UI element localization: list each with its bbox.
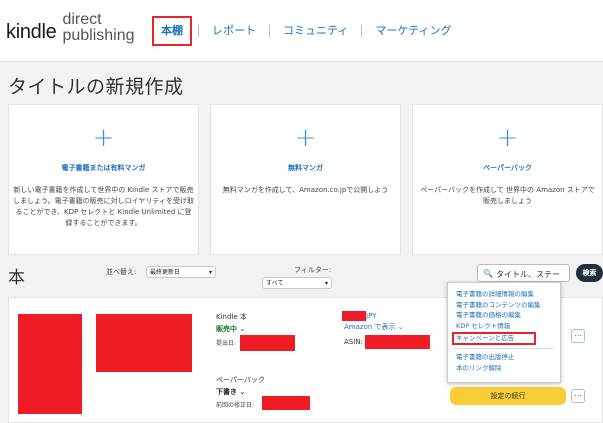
chevron-down-icon: ▾ xyxy=(324,280,328,287)
page-title: タイトルの新規作成 xyxy=(8,76,184,98)
library-title: 本 xyxy=(8,268,25,288)
asin-label: ASIN: xyxy=(344,338,363,346)
nav-marketing[interactable]: マーケティング xyxy=(368,16,458,46)
kdp-logo[interactable]: kindle direct publishing xyxy=(6,12,135,44)
create-ebook-card[interactable]: + 電子書籍または有料マンガ 新しい電子書籍を作成して世界中の Kindle ス… xyxy=(8,104,199,255)
plus-icon: + xyxy=(92,123,115,153)
submitted-date-label: 提出日: xyxy=(216,340,237,347)
search-placeholder: タイトル、ステー xyxy=(496,270,560,279)
logo-kindle-text: kindle xyxy=(6,21,57,43)
card-description: ペーパーバックを作成して 世界中の Amazon ストアで販売しましょう xyxy=(420,186,595,205)
card-title[interactable]: 電子書籍または有料マンガ xyxy=(9,163,198,173)
kindle-more-button[interactable]: ... xyxy=(571,329,585,343)
redacted-date xyxy=(262,396,310,410)
paperback-more-button[interactable]: ... xyxy=(571,389,585,403)
menu-kdp-select-info[interactable]: KDP セレクト情報 xyxy=(448,321,560,332)
menu-campaigns-and-ads[interactable]: キャンペーンと広告 xyxy=(452,332,536,345)
create-free-manga-card[interactable]: + 無料マンガ 無料マンガを作成して、Amazon.co.jpで公開しよう xyxy=(210,104,401,255)
chevron-down-icon: ▾ xyxy=(208,269,212,276)
nav-divider xyxy=(198,25,199,37)
status-draft[interactable]: 下書き ⌄ xyxy=(216,387,245,397)
create-paperback-card[interactable]: + ペーパーバック ペーパーバックを作成して 世界中の Amazon ストアで販… xyxy=(412,104,603,255)
search-button[interactable]: 検索 xyxy=(576,264,603,282)
menu-edit-ebook-content[interactable]: 電子書籍のコンテンツの編集 xyxy=(448,300,560,311)
redacted-title xyxy=(96,314,192,372)
card-title[interactable]: 無料マンガ xyxy=(211,163,400,173)
logo-direct-publishing: direct publishing xyxy=(62,12,134,44)
card-title[interactable]: ペーパーバック xyxy=(413,163,602,173)
amazon-view-link[interactable]: Amazon で表示 ⌄ xyxy=(344,322,404,332)
filter-label: フィルター: xyxy=(294,266,332,274)
nav-divider xyxy=(269,25,270,37)
menu-edit-ebook-details[interactable]: 電子書籍の詳細情報の編集 xyxy=(448,289,560,300)
plus-icon: + xyxy=(294,123,317,153)
sort-select-value: 最終更新日 xyxy=(150,269,181,276)
plus-icon: + xyxy=(496,123,519,153)
price-currency: JPY xyxy=(366,312,377,320)
menu-unlink-book[interactable]: 本のリンク解除 xyxy=(448,363,560,374)
menu-unpublish-ebook[interactable]: 電子書籍の出版停止 xyxy=(448,352,560,363)
format-kindle-label: Kindle 本 xyxy=(216,313,247,321)
continue-setup-button[interactable]: 設定の続行 xyxy=(450,387,566,405)
redacted-date xyxy=(240,335,295,351)
status-live[interactable]: 販売中 ⌄ xyxy=(216,324,245,334)
menu-edit-ebook-pricing[interactable]: 電子書籍の価格の編集 xyxy=(448,310,560,321)
header: kindle direct publishing 本棚 レポート コミュニティ … xyxy=(0,0,603,62)
nav-bookshelf[interactable]: 本棚 xyxy=(152,16,192,46)
filter-select-value: すべて xyxy=(266,280,284,287)
modified-date-label: 前回の修正日: xyxy=(216,402,255,409)
logo-publishing-text: publishing xyxy=(62,27,135,44)
nav-divider xyxy=(361,25,363,37)
search-input[interactable]: 🔍 タイトル、ステー xyxy=(477,264,570,282)
card-description: 新しい電子書籍を作成して世界中の Kindle ストアで販売しましょう。電子書籍… xyxy=(13,186,194,227)
nav-community[interactable]: コミュニティ xyxy=(276,16,355,46)
menu-divider xyxy=(454,348,554,349)
search-icon: 🔍 xyxy=(483,269,493,278)
redacted-cover-kindle xyxy=(18,314,82,414)
sort-label: 並べ替え: xyxy=(106,268,137,276)
format-paperback-label: ペーパーバック xyxy=(216,376,265,384)
redacted-asin xyxy=(365,335,430,349)
logo-direct-text: direct xyxy=(62,11,102,28)
main-nav: 本棚 レポート コミュニティ マーケティング xyxy=(152,16,458,46)
filter-select[interactable]: すべて ▾ xyxy=(262,277,332,289)
card-description: 無料マンガを作成して、Amazon.co.jpで公開しよう xyxy=(222,186,389,194)
nav-reports[interactable]: レポート xyxy=(205,16,263,46)
redacted-price xyxy=(342,311,366,321)
book-actions-menu: 電子書籍の詳細情報の編集 電子書籍のコンテンツの編集 電子書籍の価格の編集 KD… xyxy=(447,282,561,383)
sort-select[interactable]: 最終更新日 ▾ xyxy=(146,266,216,278)
